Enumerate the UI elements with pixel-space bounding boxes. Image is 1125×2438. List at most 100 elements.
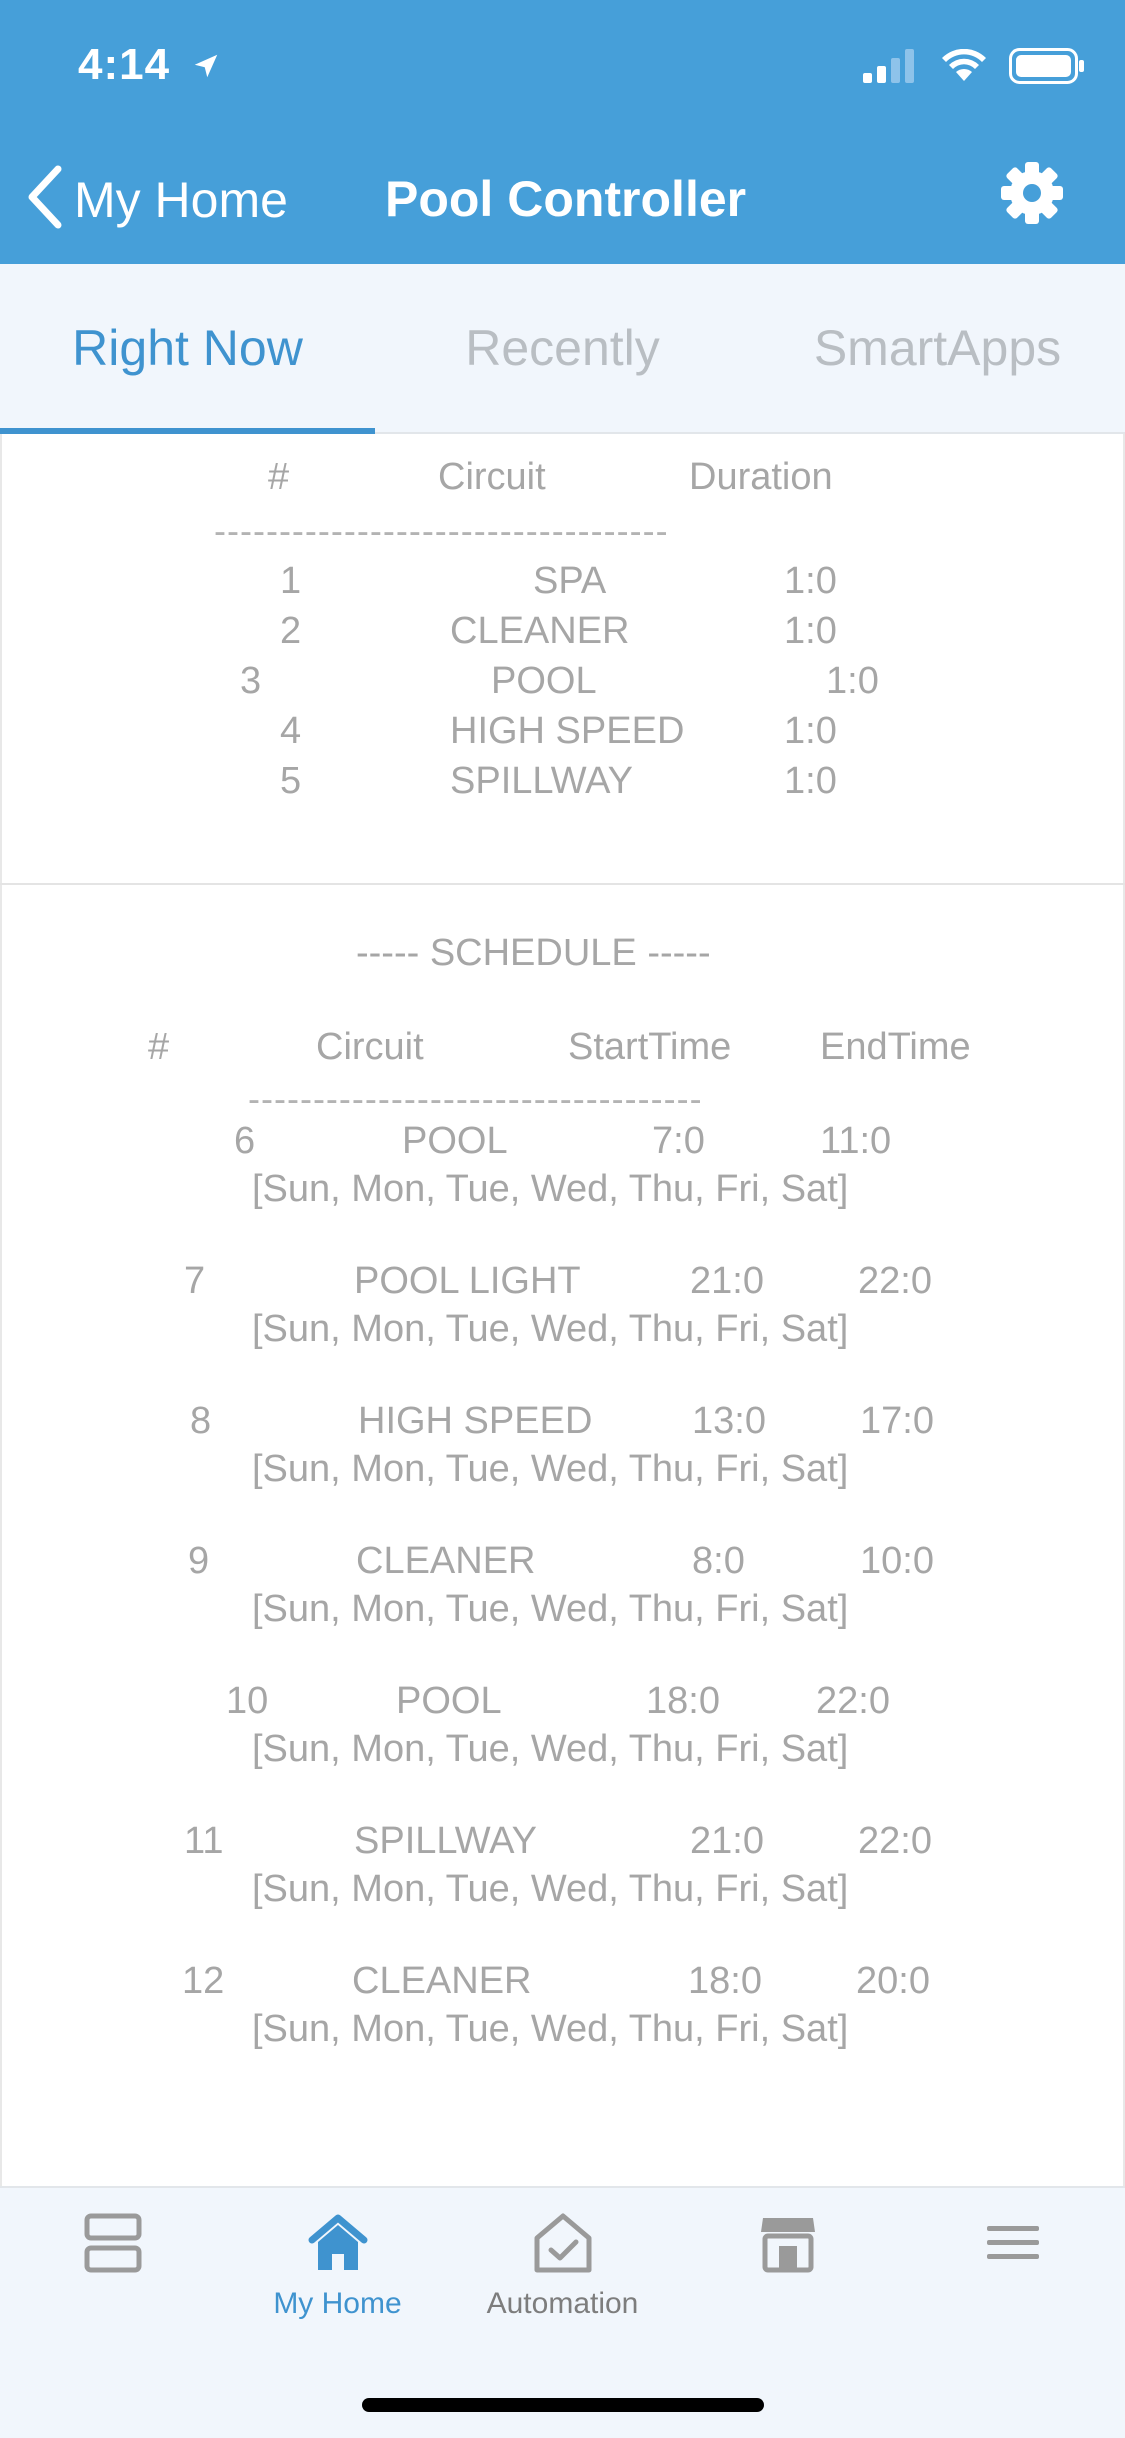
- schedule-title: ----- SCHEDULE -----: [356, 932, 711, 974]
- row-num: 11: [184, 1820, 224, 1862]
- tabbar-label: My Home: [273, 2287, 402, 2320]
- row-num: 10: [226, 1680, 269, 1722]
- chevron-left-icon: [26, 165, 66, 234]
- schedule-row: 9 CLEANER 8:0 10:0: [0, 1538, 1125, 1584]
- row-days: [Sun, Mon, Tue, Wed, Thu, Fri, Sat]: [252, 2008, 849, 2050]
- tab-recently[interactable]: Recently: [375, 264, 750, 432]
- home-icon: [306, 2214, 370, 2278]
- row-circuit: CLEANER: [356, 1540, 536, 1582]
- schedule-title-row: ----- SCHEDULE -----: [0, 930, 1125, 976]
- header-duration: Duration: [689, 456, 833, 498]
- row-start: 18:0: [688, 1960, 762, 2002]
- row-num: 9: [188, 1540, 210, 1582]
- segment-tabs: Right Now Recently SmartApps: [0, 264, 1125, 434]
- row-days: [Sun, Mon, Tue, Wed, Thu, Fri, Sat]: [252, 1868, 849, 1910]
- schedule-days-row: [Sun, Mon, Tue, Wed, Thu, Fri, Sat]: [0, 1166, 1125, 1212]
- row-duration: 1:0: [826, 660, 879, 702]
- table-row: 3 POOL 1:0: [0, 658, 1125, 704]
- tab-right-now[interactable]: Right Now: [0, 264, 375, 434]
- row-duration: 1:0: [784, 710, 837, 752]
- row-duration: 1:0: [784, 560, 837, 602]
- menu-icon: [983, 2226, 1043, 2278]
- schedule-row: 7 POOL LIGHT 21:0 22:0: [0, 1258, 1125, 1304]
- marketplace-icon: [757, 2218, 819, 2278]
- schedule-days-row: [Sun, Mon, Tue, Wed, Thu, Fri, Sat]: [0, 1446, 1125, 1492]
- table-row: 4 HIGH SPEED 1:0: [0, 708, 1125, 754]
- row-end: 22:0: [816, 1680, 890, 1722]
- row-end: 22:0: [858, 1260, 932, 1302]
- row-end: 17:0: [860, 1400, 934, 1442]
- row-end: 20:0: [856, 1960, 930, 2002]
- row-circuit: POOL: [402, 1120, 508, 1162]
- row-circuit: SPILLWAY: [354, 1820, 538, 1862]
- schedule-days-row: [Sun, Mon, Tue, Wed, Thu, Fri, Sat]: [0, 1306, 1125, 1352]
- row-circuit: POOL: [491, 660, 597, 702]
- row-end: 10:0: [860, 1540, 934, 1582]
- battery-icon: [1009, 48, 1085, 89]
- row-circuit: POOL: [396, 1680, 502, 1722]
- row-num: 2: [280, 610, 302, 652]
- tabbar-my-home[interactable]: My Home: [225, 2212, 450, 2321]
- row-circuit: CLEANER: [352, 1960, 532, 2002]
- row-circuit: CLEANER: [450, 610, 630, 652]
- home-indicator[interactable]: [362, 2398, 764, 2412]
- status-time: 4:14: [78, 40, 221, 92]
- row-duration: 1:0: [784, 610, 837, 652]
- content-area: # Circuit Duration ---------------------…: [0, 434, 1125, 2186]
- schedule-days-row: [Sun, Mon, Tue, Wed, Thu, Fri, Sat]: [0, 2006, 1125, 2052]
- header-start-time: StartTime: [568, 1026, 732, 1068]
- row-circuit: SPA: [533, 560, 607, 602]
- schedule-days-row: [Sun, Mon, Tue, Wed, Thu, Fri, Sat]: [0, 1866, 1125, 1912]
- location-arrow-icon: [191, 42, 221, 92]
- schedule-days-row: [Sun, Mon, Tue, Wed, Thu, Fri, Sat]: [0, 1726, 1125, 1772]
- row-days: [Sun, Mon, Tue, Wed, Thu, Fri, Sat]: [252, 1308, 849, 1350]
- back-label: My Home: [74, 171, 288, 228]
- row-start: 8:0: [692, 1540, 745, 1582]
- automation-icon: [532, 2213, 594, 2278]
- tabbar-marketplace[interactable]: [675, 2212, 900, 2287]
- header-num: #: [268, 456, 290, 498]
- tab-smartapps[interactable]: SmartApps: [750, 264, 1125, 432]
- back-button[interactable]: My Home: [26, 165, 288, 234]
- tabbar-menu[interactable]: [900, 2212, 1125, 2287]
- row-start: 21:0: [690, 1260, 764, 1302]
- status-icons: [863, 48, 1085, 89]
- row-num: 6: [234, 1120, 256, 1162]
- gear-icon: [999, 162, 1065, 230]
- row-num: 8: [190, 1400, 212, 1442]
- header-circuit: Circuit: [316, 1026, 424, 1068]
- row-days: [Sun, Mon, Tue, Wed, Thu, Fri, Sat]: [252, 1168, 849, 1210]
- table-row: 5 SPILLWAY 1:0: [0, 758, 1125, 804]
- row-circuit: POOL LIGHT: [354, 1260, 581, 1302]
- tabbar-label: Automation: [486, 2287, 639, 2320]
- signal-icon: [863, 49, 919, 88]
- schedule-row: 12 CLEANER 18:0 20:0: [0, 1958, 1125, 2004]
- row-end: 11:0: [820, 1120, 892, 1162]
- tabbar-dashboard[interactable]: [0, 2212, 225, 2287]
- row-days: [Sun, Mon, Tue, Wed, Thu, Fri, Sat]: [252, 1588, 849, 1630]
- header-circuit: Circuit: [438, 456, 546, 498]
- row-circuit: HIGH SPEED: [450, 710, 685, 752]
- tabbar-automation[interactable]: Automation: [450, 2212, 675, 2321]
- schedule-row: 8 HIGH SPEED 13:0 17:0: [0, 1398, 1125, 1444]
- row-num: 3: [240, 660, 262, 702]
- header-num: #: [148, 1026, 170, 1068]
- schedule-row: 10 POOL 18:0 22:0: [0, 1678, 1125, 1724]
- row-duration: 1:0: [784, 760, 837, 802]
- row-circuit: SPILLWAY: [450, 760, 634, 802]
- row-days: [Sun, Mon, Tue, Wed, Thu, Fri, Sat]: [252, 1728, 849, 1770]
- page-title: Pool Controller: [385, 171, 747, 227]
- status-time-text: 4:14: [78, 40, 171, 89]
- schedule-days-row: [Sun, Mon, Tue, Wed, Thu, Fri, Sat]: [0, 1586, 1125, 1632]
- table-row: 2 CLEANER 1:0: [0, 608, 1125, 654]
- row-start: 13:0: [692, 1400, 766, 1442]
- row-num: 5: [280, 760, 302, 802]
- settings-button[interactable]: [999, 160, 1065, 231]
- row-start: 7:0: [652, 1120, 705, 1162]
- nav-header: 4:14 My Home Pool Controller: [0, 0, 1125, 264]
- circuits-separator: -----------------------------------: [214, 510, 669, 551]
- row-circuit: HIGH SPEED: [358, 1400, 593, 1442]
- row-end: 22:0: [858, 1820, 932, 1862]
- dashboard-icon: [83, 2213, 143, 2278]
- schedule-separator: -----------------------------------: [248, 1078, 703, 1119]
